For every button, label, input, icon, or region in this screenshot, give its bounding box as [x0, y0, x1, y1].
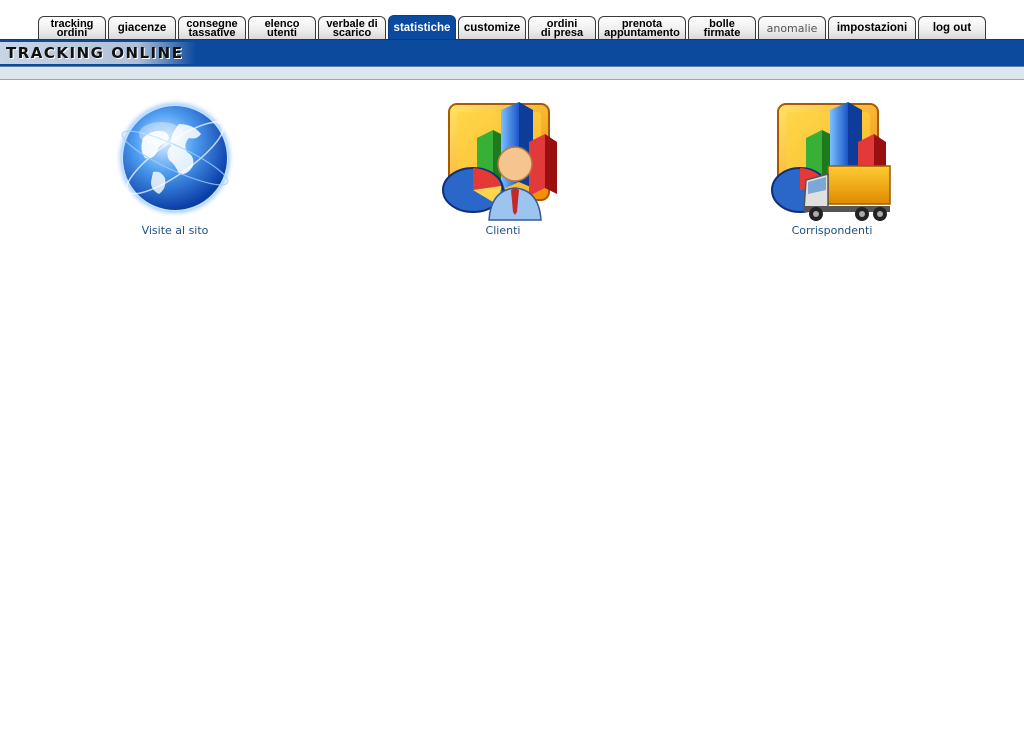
item-label[interactable]: Clienti: [403, 224, 603, 237]
tab-tracking-ordini[interactable]: tracking ordini: [38, 16, 106, 40]
tab-bolle-firmate[interactable]: bolle firmate: [688, 16, 756, 40]
tab-impostazioni[interactable]: impostazioni: [828, 16, 916, 40]
stat-corrispondenti[interactable]: Corrispondenti: [732, 98, 932, 237]
tab-log-out[interactable]: log out: [918, 16, 986, 40]
globe-icon: [115, 98, 235, 218]
tab-statistiche[interactable]: statistiche: [388, 15, 456, 40]
stat-visite-al-sito[interactable]: Visite al sito: [75, 98, 275, 237]
item-label[interactable]: Corrispondenti: [732, 224, 932, 237]
tab-giacenze[interactable]: giacenze: [108, 16, 176, 40]
logo-text: TRACKING ONLINE: [6, 44, 184, 62]
tab-verbale-di-scarico[interactable]: verbale di scarico: [318, 16, 386, 40]
header-sub-bar: [0, 66, 1024, 80]
app-logo: TRACKING ONLINE: [0, 42, 196, 64]
tab-anomalie[interactable]: anomalie: [758, 16, 826, 40]
tab-prenota-appuntamento[interactable]: prenota appuntamento: [598, 16, 686, 40]
tab-consegne-tassative[interactable]: consegne tassative: [178, 16, 246, 40]
stat-clienti[interactable]: Clienti: [403, 98, 603, 237]
main-tab-bar: tracking ordini giacenze consegne tassat…: [0, 0, 1024, 40]
tab-elenco-utenti[interactable]: elenco utenti: [248, 16, 316, 40]
tab-ordini-di-presa[interactable]: ordini di presa: [528, 16, 596, 40]
chart-truck-icon: [771, 102, 891, 221]
chart-user-icon: [442, 102, 557, 221]
tab-customize[interactable]: customize: [458, 16, 526, 40]
header-band: TRACKING ONLINE: [0, 39, 1024, 67]
item-label[interactable]: Visite al sito: [75, 224, 275, 237]
